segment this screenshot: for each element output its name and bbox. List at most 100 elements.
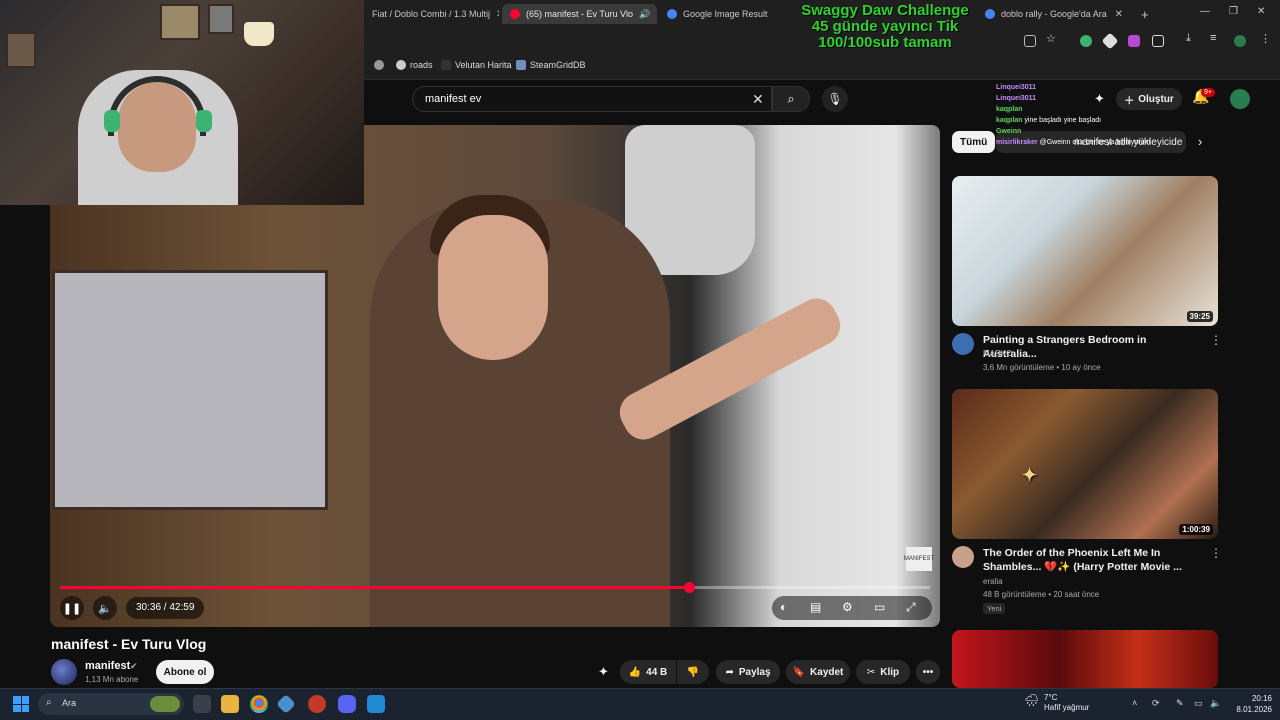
- profile-icon[interactable]: [1234, 35, 1246, 47]
- media-icon[interactable]: ≡: [1210, 32, 1222, 44]
- minimize-icon[interactable]: —: [1200, 6, 1210, 17]
- tab-fiat-doblo[interactable]: Fiat / Doblo Combi / 1.3 Multij ✕: [364, 4, 499, 24]
- file-explorer-icon[interactable]: [221, 695, 239, 713]
- lamp: [244, 22, 274, 46]
- chevron-up-icon[interactable]: ˄: [1132, 698, 1137, 708]
- speaker-icon[interactable]: 🔊: [639, 9, 650, 20]
- taskbar-search[interactable]: ⌕ Ara: [38, 693, 184, 715]
- more-vert-icon[interactable]: ⋮: [1210, 546, 1222, 560]
- subscriber-count: 1,13 Mn abone: [85, 675, 139, 684]
- bookmark-label: roads: [410, 60, 433, 70]
- weather-widget[interactable]: 🌧 7°C Hafif yağmur: [1024, 693, 1089, 713]
- search-input[interactable]: manifest ev: [412, 86, 772, 112]
- pause-icon: ❚❚: [62, 602, 82, 615]
- display-icon[interactable]: ▭: [1194, 698, 1203, 709]
- channel-name[interactable]: manifest: [85, 660, 130, 672]
- extension-purple-icon[interactable]: [1128, 35, 1140, 47]
- progress-bar[interactable]: [60, 582, 930, 593]
- like-button[interactable]: 👍 44 B: [620, 660, 676, 684]
- clear-search-icon[interactable]: ✕: [752, 91, 764, 108]
- gem-icon[interactable]: ✦: [598, 664, 609, 680]
- puzzle-icon[interactable]: [1152, 35, 1164, 47]
- task-view-icon[interactable]: [193, 695, 211, 713]
- more-vert-icon[interactable]: ⋮: [1210, 333, 1222, 347]
- dislike-button[interactable]: 👎: [677, 660, 709, 684]
- thumbs-up-icon: 👍: [628, 666, 642, 678]
- install-icon[interactable]: [1024, 35, 1036, 47]
- bookmark-label: Velutan Harita: [455, 60, 512, 70]
- webcam-overlay: [0, 0, 364, 205]
- video-face: [438, 215, 548, 360]
- close-icon[interactable]: ✕: [1115, 9, 1123, 20]
- scissors-icon: ✂: [866, 666, 876, 678]
- star-icon[interactable]: ☆: [1046, 32, 1058, 45]
- extension-diamond-icon[interactable]: [1101, 32, 1119, 50]
- bookmark-roads[interactable]: roads: [396, 60, 433, 70]
- screen: Fiat / Doblo Combi / 1.3 Multij ✕ (65) m…: [0, 0, 1280, 720]
- more-icon: •••: [922, 666, 934, 678]
- time-text: 30:36 / 42:59: [136, 602, 195, 613]
- recommended-thumbnail[interactable]: ✦ 1:00:39: [952, 389, 1218, 539]
- close-icon[interactable]: ✕: [656, 9, 657, 20]
- theater-mode-icon[interactable]: ▭: [874, 600, 885, 614]
- system-clock[interactable]: 20:16 8.01.2026: [1228, 693, 1272, 715]
- chat-username: kaqplan: [996, 117, 1023, 124]
- network-icon[interactable]: ⟳: [1152, 698, 1160, 709]
- fullscreen-icon[interactable]: ⤢: [906, 600, 916, 615]
- bookmark-steamgriddb[interactable]: SteamGridDB: [516, 60, 586, 70]
- app-icon[interactable]: [308, 695, 326, 713]
- recommended-title[interactable]: Painting a Strangers Bedroom in Australi…: [983, 333, 1193, 361]
- recommended-thumbnail[interactable]: 39:25: [952, 176, 1218, 326]
- clip-label: Klip: [880, 666, 900, 678]
- save-label: Kaydet: [810, 666, 844, 678]
- save-button[interactable]: 🔖 Kaydet: [786, 660, 850, 684]
- chat-message: Linquei3011: [996, 93, 1216, 104]
- search-value: manifest ev: [425, 93, 482, 105]
- recommended-title[interactable]: The Order of the Phoenix Left Me In Sham…: [983, 546, 1193, 574]
- restore-icon[interactable]: ❐: [1229, 6, 1238, 17]
- wall-frame: [6, 32, 36, 68]
- volume-icon[interactable]: 🔈: [1210, 698, 1221, 709]
- more-actions-button[interactable]: •••: [916, 660, 940, 684]
- pen-icon[interactable]: ✎: [1176, 698, 1184, 709]
- channel-avatar[interactable]: [952, 546, 974, 568]
- window-close-icon[interactable]: ✕: [1257, 6, 1265, 17]
- recommended-channel[interactable]: eralia: [983, 577, 1003, 586]
- taskbar-search-label: Ara: [62, 698, 77, 708]
- channel-avatar[interactable]: [51, 659, 77, 685]
- pause-button[interactable]: ❚❚: [60, 596, 84, 620]
- recommended-thumbnail[interactable]: [952, 630, 1218, 688]
- share-button[interactable]: ➦ Paylaş: [716, 660, 780, 684]
- voice-search-button[interactable]: 🎙: [822, 86, 848, 112]
- recommended-channel[interactable]: MARKO: [983, 349, 1012, 358]
- settings-icon[interactable]: ⚙: [842, 600, 853, 614]
- search-button[interactable]: ⌕: [772, 86, 810, 112]
- globe-icon[interactable]: [374, 60, 384, 70]
- bookmark-velutan[interactable]: Velutan Harita: [441, 60, 512, 70]
- clip-button[interactable]: ✂ Klip: [856, 660, 910, 684]
- scrubber-handle[interactable]: [684, 582, 695, 593]
- time-display: 30:36 / 42:59: [126, 597, 205, 619]
- tab-label: Google Image Result: [683, 9, 768, 19]
- discord-icon[interactable]: [338, 695, 356, 713]
- tab-youtube-manifest[interactable]: (65) manifest - Ev Turu Vlo 🔊 ✕: [502, 4, 657, 24]
- download-icon[interactable]: ⤓: [1186, 32, 1198, 44]
- channel-avatar[interactable]: [952, 333, 974, 355]
- app-icon[interactable]: [367, 695, 385, 713]
- close-icon[interactable]: ✕: [496, 9, 499, 20]
- chip-all[interactable]: Tümü: [952, 131, 996, 153]
- menu-icon[interactable]: ⋮: [1260, 32, 1272, 45]
- windows-start-icon[interactable]: [13, 696, 29, 712]
- bookmark-icon: 🔖: [792, 666, 806, 678]
- subtitles-icon[interactable]: ▤: [810, 600, 821, 614]
- channel-watermark[interactable]: MANIFEST: [904, 547, 934, 571]
- youtube-icon: [510, 9, 520, 19]
- extension-green-icon[interactable]: [1080, 35, 1092, 47]
- chrome-icon[interactable]: [250, 695, 268, 713]
- recommended-meta: 48 B görüntüleme • 20 saat önce: [983, 590, 1100, 599]
- autoplay-toggle-icon[interactable]: ◐: [780, 600, 787, 614]
- subscribe-button[interactable]: Abone ol: [156, 660, 214, 684]
- volume-button[interactable]: 🔈: [93, 596, 117, 620]
- new-tab-button[interactable]: +: [1133, 4, 1155, 24]
- account-avatar[interactable]: [1230, 89, 1250, 109]
